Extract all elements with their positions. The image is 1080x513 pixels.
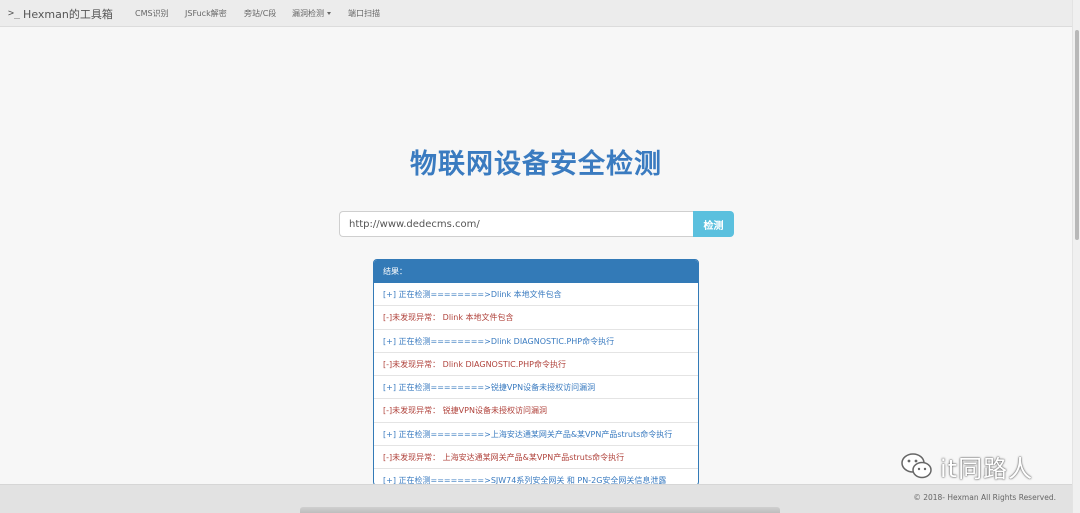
watermark-text: it同路人 — [940, 454, 1034, 483]
url-input[interactable] — [339, 211, 694, 237]
result-row: [+] 正在检测========>Dlink DIAGNOSTIC.PHP命令执… — [374, 330, 698, 353]
result-row: [-]未发现异常： 上海安达通某网关产品&某VPN产品struts命令执行 — [374, 446, 698, 470]
nav-vuln-scan-label: 漏洞检测 — [292, 9, 324, 18]
scrollbar-thumb[interactable] — [1075, 30, 1079, 240]
nav-sidesite-c-segment[interactable]: 旁站/C段 — [244, 0, 276, 27]
result-row: [+] 正在检测========>Dlink 本地文件包含 — [374, 283, 698, 307]
result-row: [+] 正在检测========>锐捷VPN设备未授权访问漏洞 — [374, 376, 698, 400]
brand-label: Hexman的工具箱 — [23, 7, 113, 21]
nav-jsfuck-decrypt[interactable]: JSFuck解密 — [185, 0, 227, 27]
brand-link[interactable]: >_ Hexman的工具箱 — [8, 0, 113, 27]
caret-down-icon — [327, 12, 331, 15]
nav-cms-identify[interactable]: CMS识别 — [135, 0, 169, 27]
navbar: >_ Hexman的工具箱 CMS识别 JSFuck解密 旁站/C段 漏洞检测 … — [0, 0, 1072, 27]
result-row: [-]未发现异常： Dlink 本地文件包含 — [374, 306, 698, 330]
result-row: [+] 正在检测========>上海安达通某网关产品&某VPN产品struts… — [374, 423, 698, 447]
results-heading: 结果： — [374, 260, 698, 283]
results-panel: 结果： [+] 正在检测========>Dlink 本地文件包含 [-]未发现… — [373, 259, 699, 486]
nav-vuln-scan-dropdown[interactable]: 漏洞检测 — [292, 0, 331, 27]
wechat-watermark: it同路人 — [900, 448, 1033, 484]
detect-button[interactable]: 检测 — [693, 211, 734, 237]
page-scrollbar[interactable] — [1072, 0, 1080, 513]
result-row: [-]未发现异常： Dlink DIAGNOSTIC.PHP命令执行 — [374, 353, 698, 377]
terminal-icon: >_ — [8, 8, 21, 19]
bottom-shadow — [300, 507, 780, 513]
page-title: 物联网设备安全检测 — [410, 149, 662, 180]
nav-port-scan[interactable]: 端口扫描 — [348, 0, 380, 27]
wechat-icon — [901, 453, 932, 479]
result-row: [-]未发现异常： 锐捷VPN设备未授权访问漏洞 — [374, 399, 698, 423]
copyright-text: © 2018- Hexman All Rights Reserved. — [913, 493, 1056, 502]
